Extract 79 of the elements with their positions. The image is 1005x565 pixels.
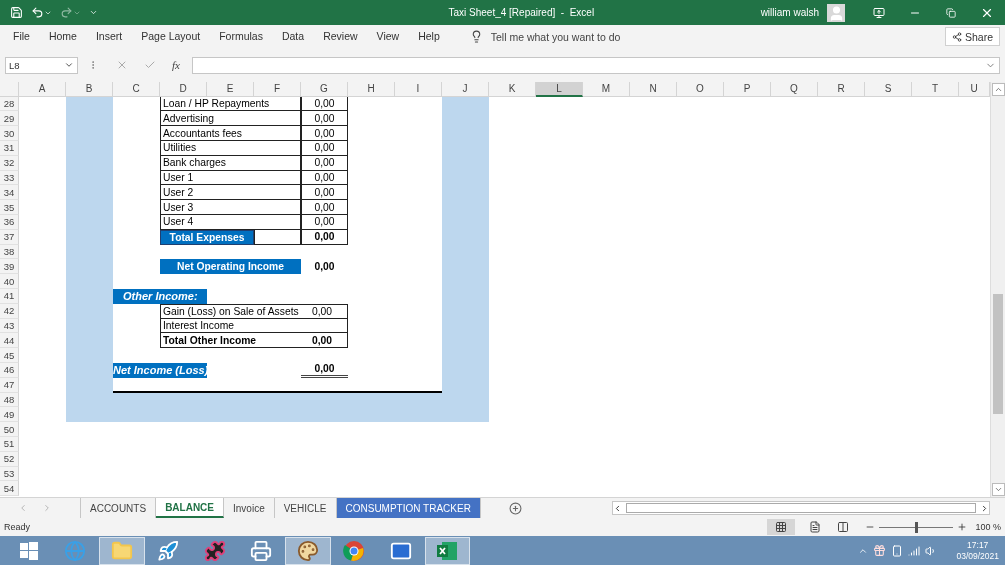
ribbon-tab[interactable]: File <box>4 26 38 47</box>
table-cell: User 2 <box>160 185 301 201</box>
table-cell-text: Interest Income <box>163 320 235 331</box>
zoom-in-icon[interactable] <box>957 522 968 533</box>
table-cell: 0,00 <box>301 200 348 216</box>
table-cell: 0,00 <box>301 111 348 127</box>
row-header[interactable]: 44 <box>0 333 19 349</box>
signal-icon[interactable] <box>908 544 921 557</box>
puzzle-icon[interactable] <box>203 539 226 562</box>
share-icon <box>951 31 962 42</box>
sheet-tab[interactable]: BALANCE <box>156 498 224 519</box>
scroll-right-icon[interactable] <box>980 503 989 513</box>
row-header[interactable]: 50 <box>0 422 19 437</box>
table-cell: Utilities <box>160 141 301 156</box>
table-cell: 0,00 <box>301 363 348 378</box>
vertical-scrollbar[interactable] <box>990 81 1005 498</box>
table-cell: User 3 <box>160 200 301 216</box>
table-cell: 0,00 <box>301 185 348 201</box>
table-cell-text: Total Other Income <box>163 334 258 346</box>
palette-icon[interactable] <box>296 539 319 562</box>
new-sheet-icon[interactable] <box>508 501 522 515</box>
row-header[interactable]: 31 <box>0 141 19 156</box>
table-cell: Advertising <box>160 111 301 127</box>
row-header[interactable]: 54 <box>0 481 19 497</box>
table-cell: Gain (Loss) on Sale of Assets <box>163 305 299 317</box>
row-header[interactable]: 45 <box>0 348 19 363</box>
user-name: william walsh <box>760 7 819 18</box>
scroll-left-icon[interactable] <box>613 503 622 513</box>
ribbon-tab[interactable]: Help <box>409 26 448 47</box>
row-header[interactable]: 40 <box>0 274 19 290</box>
spreadsheet-icon[interactable] <box>436 540 459 561</box>
row-header[interactable]: 35 <box>0 200 19 216</box>
search-field[interactable]: Tell me what you want to do <box>490 30 621 43</box>
table-cell-text: 0,00 <box>313 260 336 275</box>
printer-icon[interactable] <box>250 539 273 562</box>
status-text: Ready <box>4 522 30 533</box>
browser-icon[interactable] <box>343 539 366 562</box>
table-cell: User 4 <box>160 215 301 230</box>
ribbon-tab[interactable]: Insert <box>86 26 131 47</box>
sheet-tab[interactable]: CONSUMPTION TRACKER <box>336 498 481 519</box>
rocket-icon[interactable] <box>157 539 180 562</box>
ribbon-tab[interactable]: Review <box>314 26 366 47</box>
insert-function-button[interactable]: fx <box>172 59 180 72</box>
ribbon-tab[interactable]: Page Layout <box>132 26 209 47</box>
scroll-thumb[interactable] <box>626 503 976 514</box>
horizontal-scrollbar[interactable] <box>612 501 990 516</box>
windows-start-icon[interactable] <box>18 540 39 561</box>
slider-thumb[interactable] <box>915 521 919 533</box>
ribbon-tab[interactable]: Formulas <box>210 26 271 47</box>
ribbon-tab[interactable]: View <box>367 26 408 47</box>
table-cell: 0,00 <box>301 141 348 156</box>
table-cell: 0,00 <box>301 126 348 142</box>
table-cell-text: 0,00 <box>311 305 334 317</box>
table-cell-text: 0,00 <box>311 334 334 346</box>
section-label: Net Operating Income <box>160 259 301 275</box>
scroll-thumb[interactable] <box>993 293 1003 414</box>
phone-icon[interactable] <box>891 544 904 557</box>
ribbon-tab[interactable]: Data <box>272 26 313 47</box>
table-cell: 0,00 <box>301 215 348 230</box>
ribbon-tab[interactable]: Home <box>39 26 85 47</box>
section-heading: Other Income: <box>113 289 207 304</box>
window-title: Taxi Sheet_4 [Repaired] - Excel <box>447 7 596 18</box>
row-header[interactable]: 41 <box>0 289 19 304</box>
table-cell: Accountants fees <box>160 126 301 142</box>
row-header[interactable]: 51 <box>0 437 19 452</box>
name-box[interactable]: L8 <box>5 56 78 74</box>
avatar-icon <box>827 3 845 22</box>
row-header[interactable]: 39 <box>0 259 19 275</box>
share-button[interactable]: Share <box>944 27 1000 47</box>
formula-input[interactable] <box>191 56 1000 74</box>
row-header[interactable]: 46 <box>0 363 19 378</box>
row-header[interactable]: 30 <box>0 126 19 142</box>
gift-icon[interactable] <box>873 544 887 558</box>
row-header[interactable]: 34 <box>0 185 19 201</box>
zoom-level: 100 % <box>975 522 1001 533</box>
normal-view-icon[interactable] <box>767 519 796 536</box>
row-header[interactable]: 29 <box>0 111 19 127</box>
row-header[interactable]: 49 <box>0 407 19 423</box>
row-header[interactable]: 36 <box>0 215 19 230</box>
